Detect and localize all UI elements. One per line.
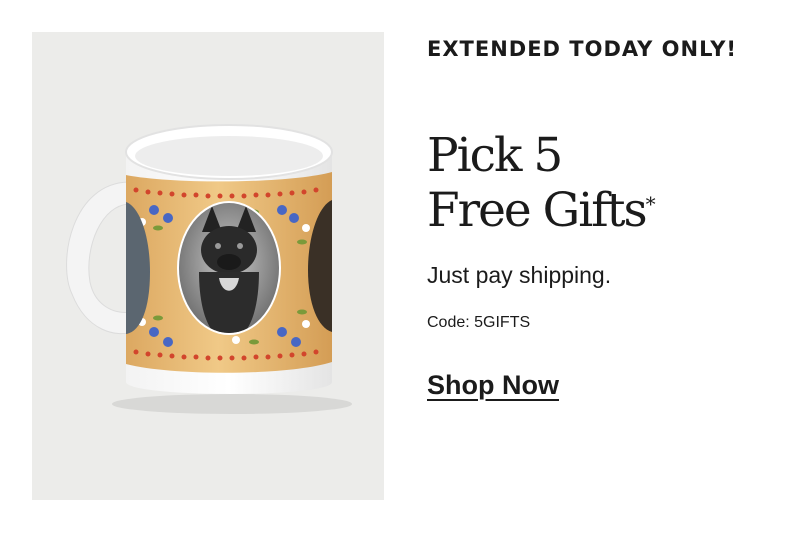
product-image	[32, 32, 384, 500]
promo-eyebrow: EXTENDED TODAY ONLY!	[427, 37, 737, 61]
photo-mug-illustration	[66, 124, 352, 414]
promo-copy: EXTENDED TODAY ONLY! Pick 5 Free Gifts* …	[427, 34, 787, 401]
headline-line-2: Free Gifts*	[427, 183, 787, 238]
footnote-mark: *	[645, 192, 656, 216]
promo-code: Code: 5GIFTS	[427, 314, 531, 331]
promo-headline: Pick 5 Free Gifts*	[427, 128, 787, 238]
headline-line-1: Pick 5	[427, 128, 563, 183]
shop-now-link[interactable]: Shop Now	[427, 370, 559, 401]
headline-line-2-text: Free Gifts	[427, 183, 648, 238]
promo-subhead: Just pay shipping.	[427, 262, 612, 288]
